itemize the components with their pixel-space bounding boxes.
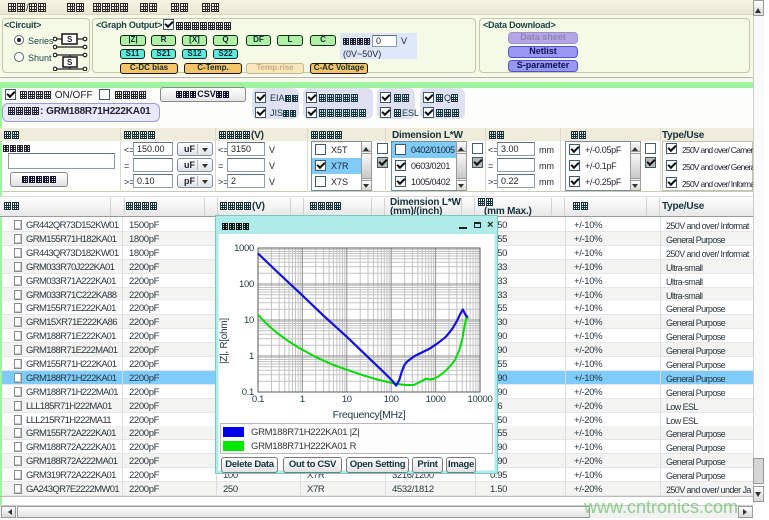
svg-text:S: S [67, 35, 73, 44]
svg-text:S: S [67, 58, 73, 67]
